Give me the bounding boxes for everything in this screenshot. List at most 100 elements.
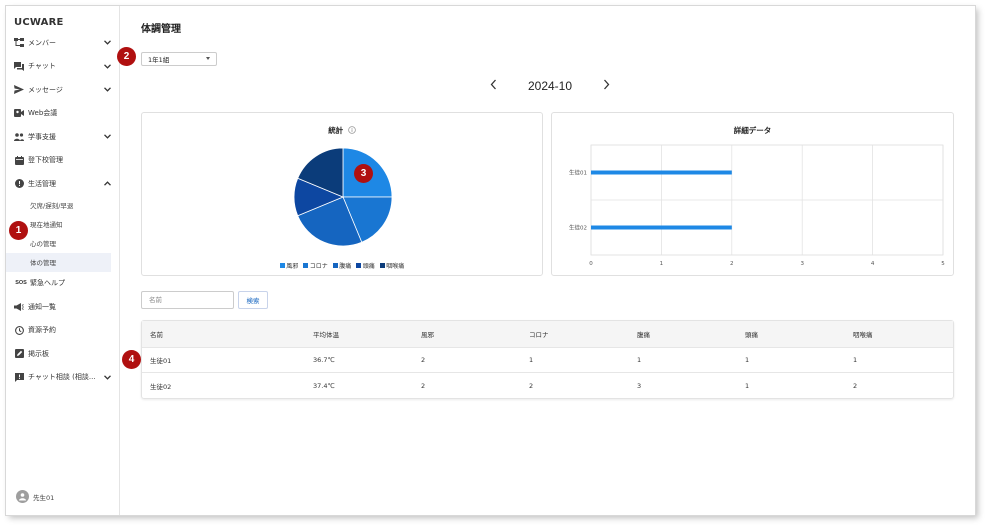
class-select[interactable]: 1年1組 (141, 52, 217, 66)
column-header: 名前 (150, 331, 163, 339)
column-header: 腹痛 (637, 331, 650, 339)
bar-chart: 0 1 2 3 4 5 生徒01 生徒02 (569, 144, 945, 267)
legend-swatch (379, 263, 385, 268)
annotation-badge-3: 3 (354, 164, 373, 183)
sidebar-item-label: 緊急ヘルプ (30, 279, 65, 288)
sidebar-item-web-meeting[interactable]: Web会議 (6, 102, 119, 126)
video-icon (14, 108, 24, 118)
table-cell: 2 (529, 381, 534, 390)
column-header: コロナ (529, 331, 549, 339)
search-button[interactable]: 検索 (238, 291, 268, 309)
sidebar-item-label: メンバー (28, 38, 56, 47)
bar[interactable] (591, 225, 732, 230)
send-icon (14, 85, 24, 95)
table-cell: 3 (637, 381, 642, 390)
megaphone-icon (14, 302, 24, 312)
table-row[interactable]: 生徒01 36.7℃ 2 1 1 1 1 (142, 348, 953, 373)
sidebar-item-notifications[interactable]: 通知一覧 (6, 295, 119, 319)
table-cell: 1 (745, 356, 750, 364)
sidebar-item-label: 通知一覧 (28, 302, 56, 311)
chevron-up-icon[interactable] (101, 181, 113, 186)
detail-card: 詳細データ 0 1 2 3 4 5 生徒01 生徒02 (551, 112, 954, 276)
sidebar-subitem-absence[interactable]: 欠席/遅刻/早退 (6, 196, 119, 215)
sidebar-item-academic-support[interactable]: 学事支援 (6, 125, 119, 149)
legend-label: コロナ (309, 263, 328, 270)
annotation-badge-4: 4 (122, 350, 141, 369)
x-tick-label: 5 (941, 261, 945, 267)
column-header: 風邪 (421, 331, 434, 339)
calendar-icon (14, 155, 24, 165)
legend-label: 咽喉痛 (386, 263, 405, 270)
sidebar-item-bulletin[interactable]: 掲示板 (6, 342, 119, 366)
legend-label: 腹痛 (339, 263, 352, 270)
sidebar-subitem-body[interactable]: 体の管理 (6, 252, 111, 272)
user-name: 先生01 (33, 493, 55, 502)
legend-item[interactable]: 風邪 (279, 261, 299, 270)
next-month-button[interactable] (599, 79, 615, 93)
table-row[interactable]: 生徒02 37.4℃ 2 2 3 1 2 (142, 373, 953, 398)
sos-icon: SOS (15, 280, 27, 287)
avatar (16, 490, 29, 503)
legend-item[interactable]: コロナ (303, 261, 328, 270)
column-header: 咽喉痛 (853, 331, 873, 339)
sidebar-item-label: メッセージ (28, 85, 63, 94)
chat-alert-icon (14, 372, 24, 382)
legend-item[interactable]: 咽喉痛 (379, 261, 405, 270)
page-title: 体調管理 (141, 24, 181, 35)
sidebar-item-chat-consult[interactable]: チャット相談 (相談... (6, 366, 119, 390)
sidebar-item-message[interactable]: メッセージ (6, 78, 119, 102)
sidebar-item-emergency[interactable]: SOS 緊急ヘルプ (6, 272, 119, 296)
legend-item[interactable]: 腹痛 (332, 261, 352, 270)
x-tick-label: 1 (660, 261, 664, 267)
table-cell: 生徒01 (150, 357, 172, 365)
people-icon (14, 132, 24, 142)
legend-swatch (303, 263, 309, 268)
clock-icon (14, 325, 24, 335)
sidebar-item-label: 掲示板 (28, 349, 49, 358)
sidebar-item-life-management[interactable]: 生活管理 (6, 172, 119, 196)
table-cell: 36.7℃ (313, 356, 335, 364)
sidebar-item-members[interactable]: メンバー (6, 31, 119, 55)
table-header-row: 名前 平均体温 風邪 コロナ 腹痛 頭痛 咽喉痛 (142, 321, 953, 348)
table-cell: 1 (853, 356, 858, 364)
sidebar-item-resource-booking[interactable]: 資源予約 (6, 319, 119, 343)
column-header: 頭痛 (745, 331, 758, 339)
chevron-down-icon[interactable] (101, 375, 113, 380)
month-navigator: 2024-10 (485, 76, 615, 96)
user-profile[interactable]: 先生01 (16, 490, 54, 503)
legend-item[interactable]: 頭痛 (356, 261, 375, 270)
table-cell: 1 (529, 356, 534, 364)
dropdown-arrow-icon (206, 57, 210, 60)
current-month: 2024-10 (527, 79, 573, 93)
legend-swatch (332, 263, 338, 268)
chevron-down-icon[interactable] (101, 87, 113, 92)
y-tick-label: 生徒01 (569, 169, 587, 177)
app-logo: UCWARE (14, 17, 64, 28)
chevron-down-icon[interactable] (101, 64, 113, 69)
sidebar-nav: メンバー チャット メッセージ Web会議 学事支援 登下校管理 生活管理 欠席… (6, 31, 119, 389)
edit-icon (14, 349, 24, 359)
class-select-value: 1年1組 (148, 56, 170, 64)
legend-swatch (356, 263, 362, 268)
org-chart-icon (14, 38, 24, 48)
sidebar-item-label: 学事支援 (28, 132, 56, 141)
annotation-badge-2: 2 (117, 47, 136, 66)
x-tick-label: 2 (730, 261, 734, 267)
table-cell: 2 (421, 381, 426, 390)
search-input[interactable] (141, 291, 234, 309)
sidebar-item-chat[interactable]: チャット (6, 55, 119, 79)
prev-month-button[interactable] (485, 79, 501, 93)
x-tick-label: 3 (800, 261, 804, 267)
x-tick-label: 4 (871, 261, 875, 267)
table-cell: 2 (853, 381, 858, 390)
alert-circle-icon (14, 179, 24, 189)
stats-card: 統計 風邪 コロナ 腹痛 頭痛 咽喉痛 (141, 112, 543, 276)
legend-label: 風邪 (286, 263, 299, 270)
chevron-down-icon[interactable] (101, 134, 113, 139)
column-header: 平均体温 (313, 331, 339, 339)
chat-icon (14, 61, 24, 71)
chevron-down-icon[interactable] (101, 40, 113, 45)
table-cell: 生徒02 (150, 382, 172, 391)
sidebar-item-attendance[interactable]: 登下校管理 (6, 149, 119, 173)
bar[interactable] (591, 170, 732, 175)
